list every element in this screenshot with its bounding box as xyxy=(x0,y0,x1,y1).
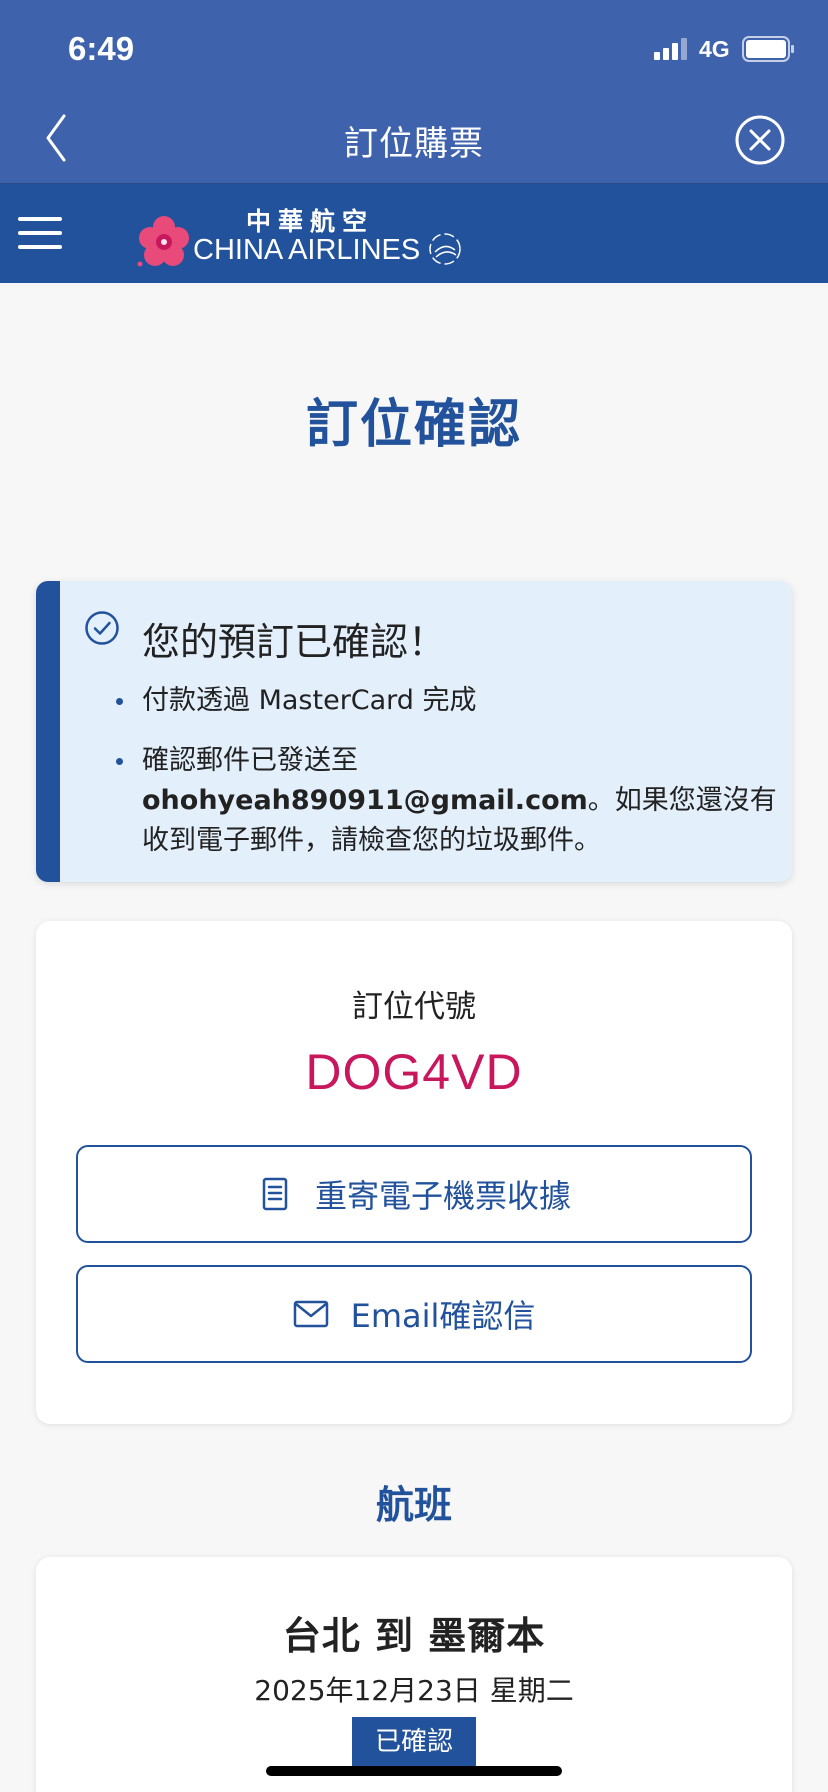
confirmation-list: 付款透過 MasterCard 完成 確認郵件已發送至 ohohyeah89091… xyxy=(116,681,782,881)
alert-stripe xyxy=(36,581,60,882)
pnr-label: 訂位代號 xyxy=(352,989,476,1025)
close-circle-icon[interactable] xyxy=(734,114,786,166)
flight-route: 台北 到 墨爾本 xyxy=(282,1614,546,1658)
email-note-prefix: 確認郵件已發送至 xyxy=(142,745,358,776)
brand-name-en: CHINA AIRLINES xyxy=(193,234,421,266)
home-indicator[interactable] xyxy=(266,1766,562,1776)
booking-card: 訂位代號 DOG4VD 重寄電子機票收據 Email確認信 xyxy=(36,921,792,1424)
battery-icon xyxy=(742,36,794,62)
resend-receipt-label: 重寄電子機票收據 xyxy=(314,1177,571,1215)
flight-date: 2025年12月23日 星期二 xyxy=(254,1674,574,1707)
status-bar: 6:49 4G xyxy=(0,0,828,92)
brand-name-cn: 中華航空 xyxy=(246,207,375,236)
hamburger-menu-icon[interactable] xyxy=(18,216,62,250)
confirmation-alert: 您的預訂已確認！ 付款透過 MasterCard 完成 確認郵件已發送至 ohoh… xyxy=(36,581,792,882)
confirmation-heading: 您的預訂已確認！ xyxy=(142,620,447,664)
page-title: 訂位確認 xyxy=(305,395,522,455)
envelope-icon xyxy=(293,1300,328,1328)
check-circle-icon xyxy=(85,611,119,645)
flight-card: 台北 到 墨爾本 2025年12月23日 星期二 已確認 xyxy=(36,1557,792,1792)
plum-blossom-logo-icon[interactable] xyxy=(136,214,192,270)
email-confirmation-label: Email確認信 xyxy=(350,1297,536,1335)
nav-bar: 訂位購票 xyxy=(0,92,828,184)
payment-note: 付款透過 MasterCard 完成 xyxy=(116,681,782,721)
document-icon xyxy=(262,1177,288,1211)
email-note: 確認郵件已發送至ohohyeah890911@gmail.com。如果您還沒有收… xyxy=(116,741,782,861)
status-badge: 已確認 xyxy=(352,1717,476,1767)
confirmation-email: ohohyeah890911@gmail.com xyxy=(142,785,588,816)
skyteam-icon xyxy=(429,233,461,265)
resend-receipt-button[interactable]: 重寄電子機票收據 xyxy=(76,1145,752,1243)
email-confirmation-button[interactable]: Email確認信 xyxy=(76,1265,752,1363)
nav-title: 訂位購票 xyxy=(344,124,484,164)
brand-bar: 中華航空 CHINA AIRLINES xyxy=(0,184,828,283)
signal-icon xyxy=(654,38,687,60)
flights-section-title: 航班 xyxy=(375,1483,452,1527)
network-type: 4G xyxy=(699,36,730,62)
status-time: 6:49 xyxy=(68,30,135,67)
pnr-code: DOG4VD xyxy=(305,1044,523,1100)
